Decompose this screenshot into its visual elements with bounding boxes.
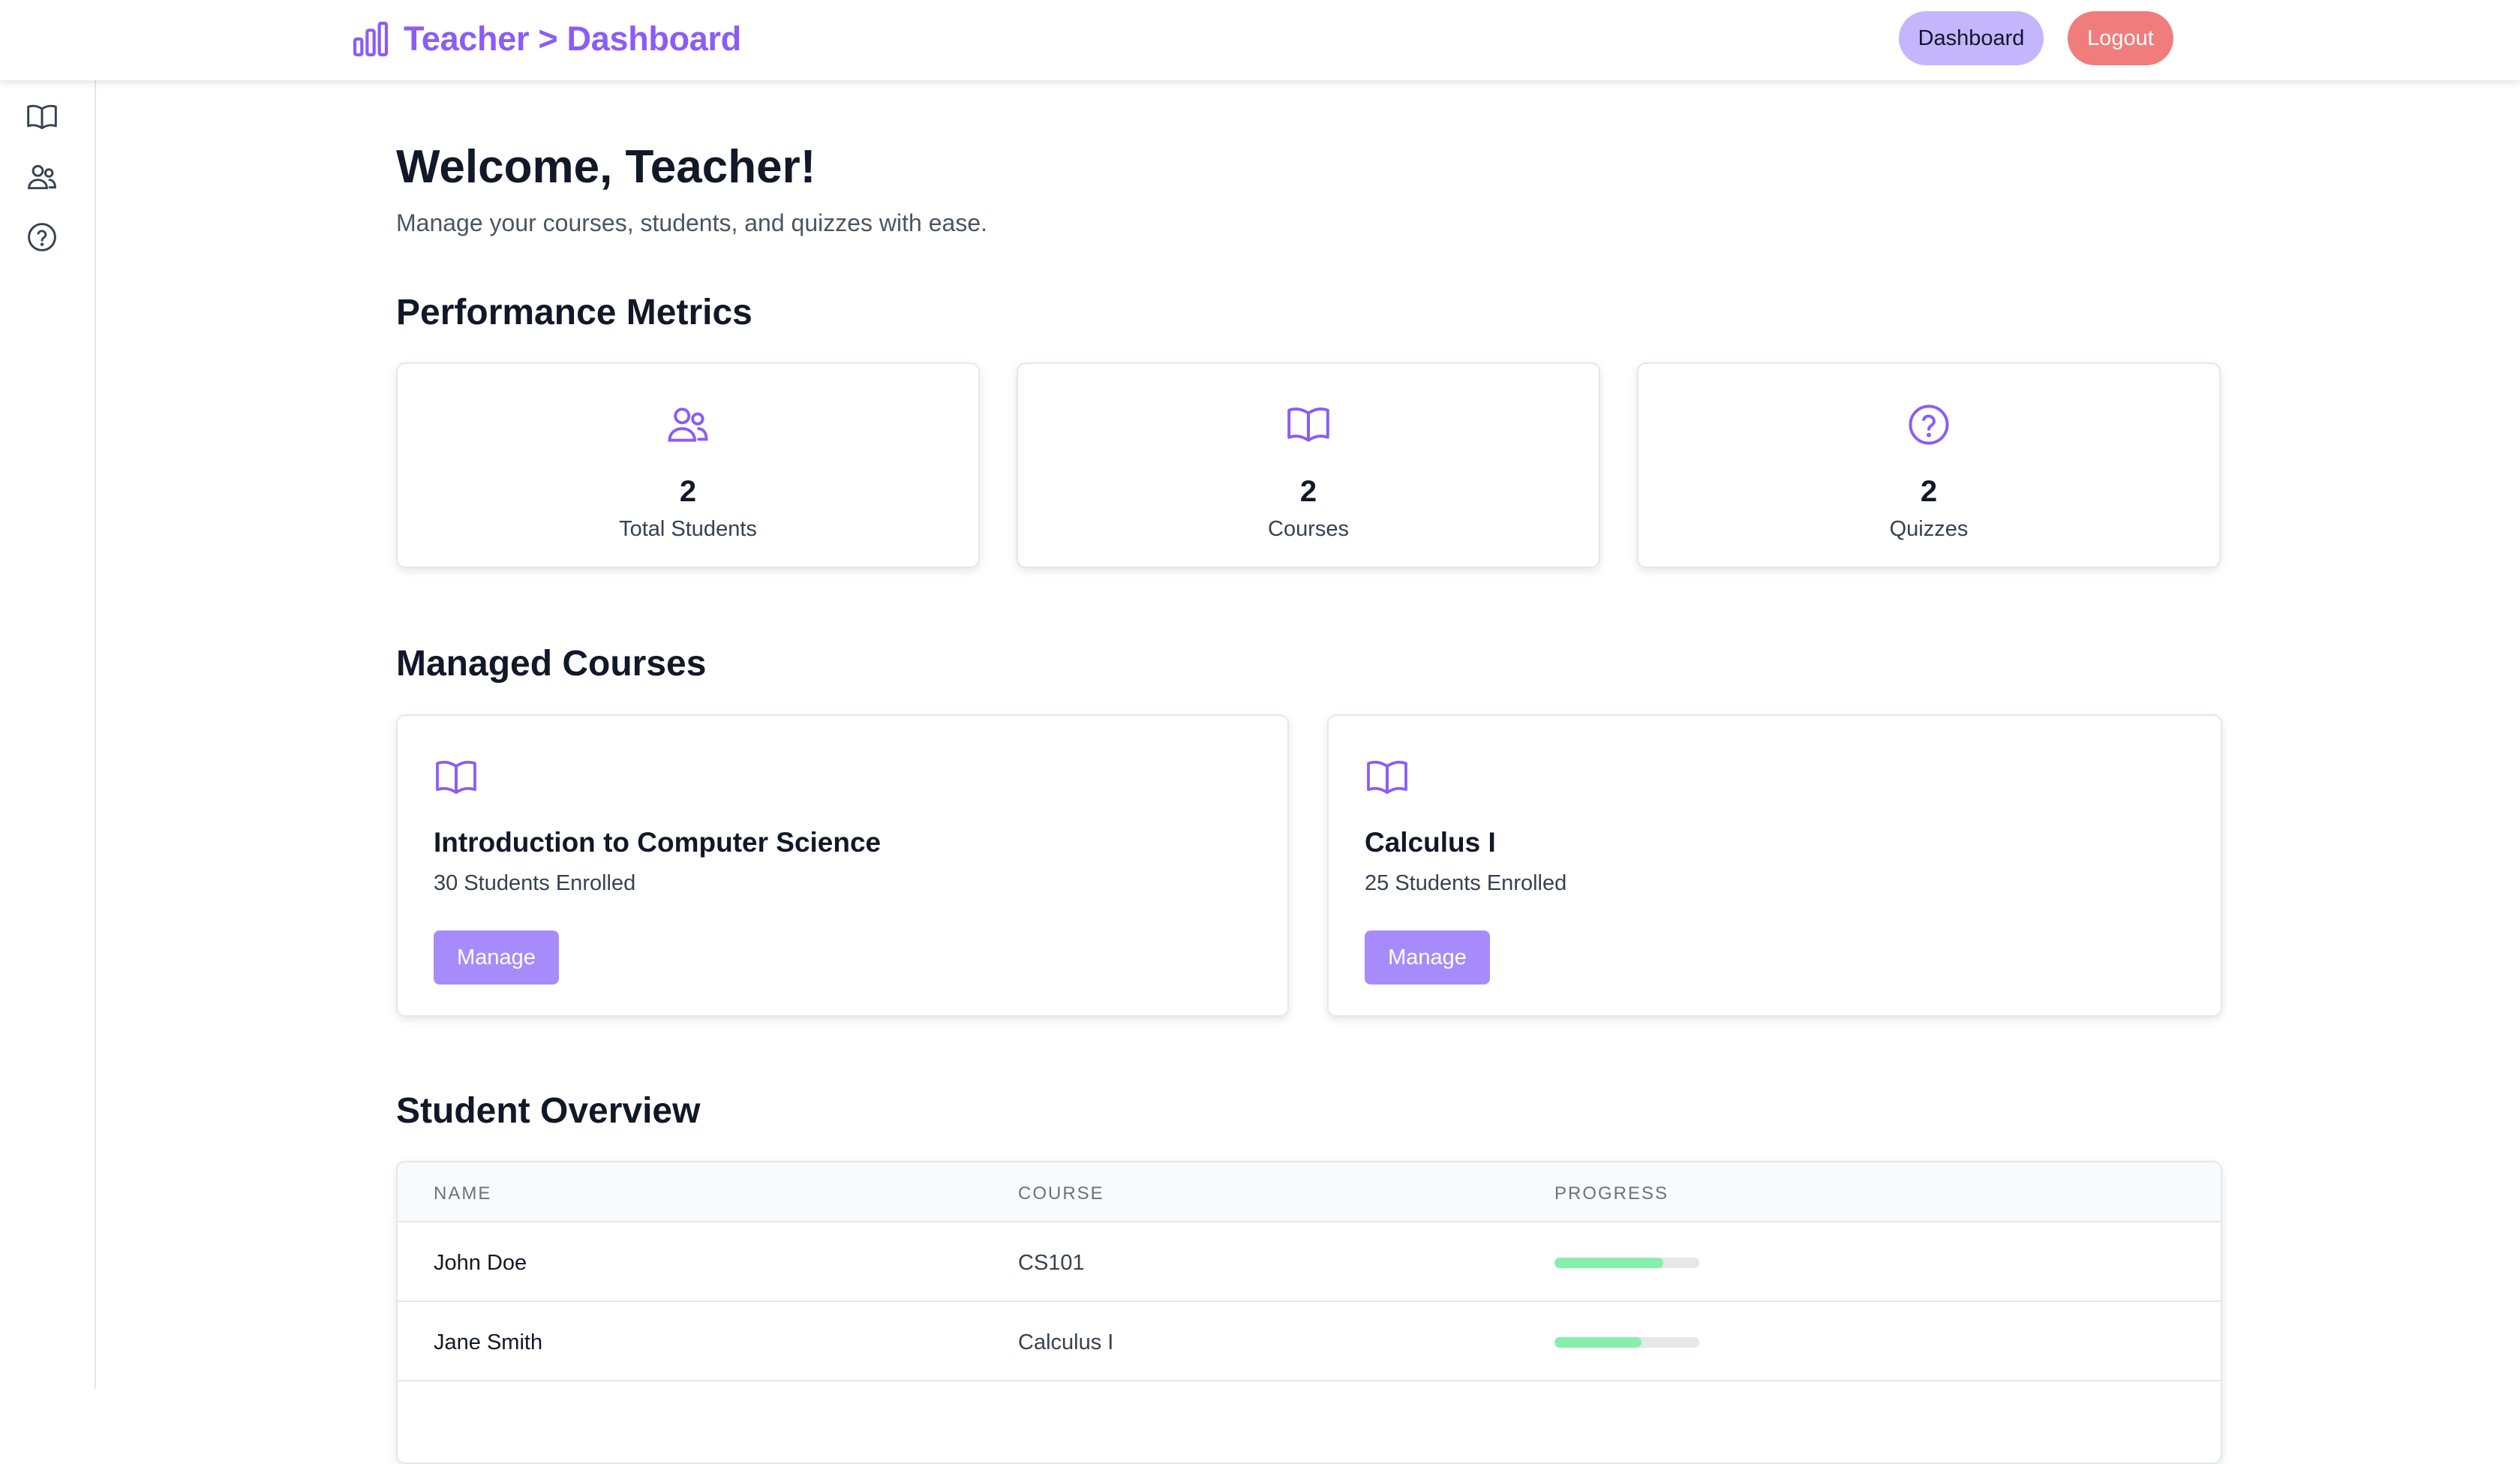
bar-chart-icon <box>350 18 392 60</box>
course-name: Introduction to Computer Science <box>434 827 882 858</box>
dashboard-button[interactable]: Dashboard <box>1899 11 2044 65</box>
book-icon <box>1285 401 1332 448</box>
help-circle-icon <box>1906 401 1952 448</box>
sidebar-item-courses[interactable] <box>25 100 59 134</box>
managed-courses-title: Managed Courses <box>396 644 707 684</box>
metric-value: 2 <box>1299 475 1317 508</box>
help-circle-icon <box>26 221 59 254</box>
course-name: Calculus I <box>1365 827 1496 858</box>
manage-course-button[interactable]: Manage <box>434 930 559 985</box>
welcome-title: Welcome, Teacher! <box>396 141 816 193</box>
welcome-subtitle: Manage your courses, students, and quizz… <box>396 209 987 236</box>
progress-fill <box>1554 1258 1663 1268</box>
metric-card-students: 2 Total Students <box>396 362 980 568</box>
metric-value: 2 <box>1920 475 1938 508</box>
progress-fill <box>1554 1337 1641 1348</box>
column-header-progress: PROGRESS <box>1554 1183 1669 1204</box>
users-icon <box>26 161 59 194</box>
sidebar-item-quizzes[interactable] <box>25 220 59 254</box>
book-icon <box>1365 755 1410 800</box>
student-table: NAME COURSE PROGRESS John Doe CS101 Jane… <box>396 1161 2222 1464</box>
student-course: Calculus I <box>1018 1330 1114 1354</box>
course-enrollment: 25 Students Enrolled <box>1365 871 1567 895</box>
course-card: Introduction to Computer Science 30 Stud… <box>396 714 1289 1017</box>
sidebar-item-students[interactable] <box>25 160 59 194</box>
page-breadcrumb-title: Teacher > Dashboard <box>404 20 741 58</box>
sidebar <box>0 80 96 1389</box>
brand[interactable]: Teacher > Dashboard <box>350 17 741 62</box>
book-icon <box>26 101 59 134</box>
logout-button[interactable]: Logout <box>2068 11 2173 65</box>
metric-label: Courses <box>1268 517 1349 541</box>
student-name: Jane Smith <box>434 1330 543 1354</box>
metric-label: Quizzes <box>1889 517 1969 541</box>
column-header-course: COURSE <box>1018 1183 1104 1204</box>
metric-value: 2 <box>679 475 697 508</box>
progress-bar <box>1554 1337 1699 1348</box>
table-header: NAME COURSE PROGRESS <box>398 1162 2221 1222</box>
top-navbar: Teacher > Dashboard Dashboard Logout <box>0 0 2520 80</box>
users-icon <box>665 401 711 448</box>
student-name: John Doe <box>434 1251 527 1275</box>
metric-card-quizzes: 2 Quizzes <box>1637 362 2221 568</box>
nav-actions: Dashboard Logout <box>1899 11 2173 65</box>
progress-bar <box>1554 1258 1699 1268</box>
metric-label: Total Students <box>619 517 757 541</box>
course-enrollment: 30 Students Enrolled <box>434 871 636 895</box>
book-icon <box>434 755 479 800</box>
course-card: Calculus I 25 Students Enrolled Manage <box>1327 714 2222 1017</box>
table-row[interactable]: John Doe CS101 <box>398 1222 2221 1302</box>
student-course: CS101 <box>1018 1251 1085 1275</box>
column-header-name: NAME <box>434 1183 492 1204</box>
manage-course-button[interactable]: Manage <box>1365 930 1490 985</box>
metric-card-courses: 2 Courses <box>1017 362 1600 568</box>
performance-metrics-title: Performance Metrics <box>396 293 752 332</box>
table-row[interactable]: Jane Smith Calculus I <box>398 1302 2221 1381</box>
student-overview-title: Student Overview <box>396 1091 701 1131</box>
